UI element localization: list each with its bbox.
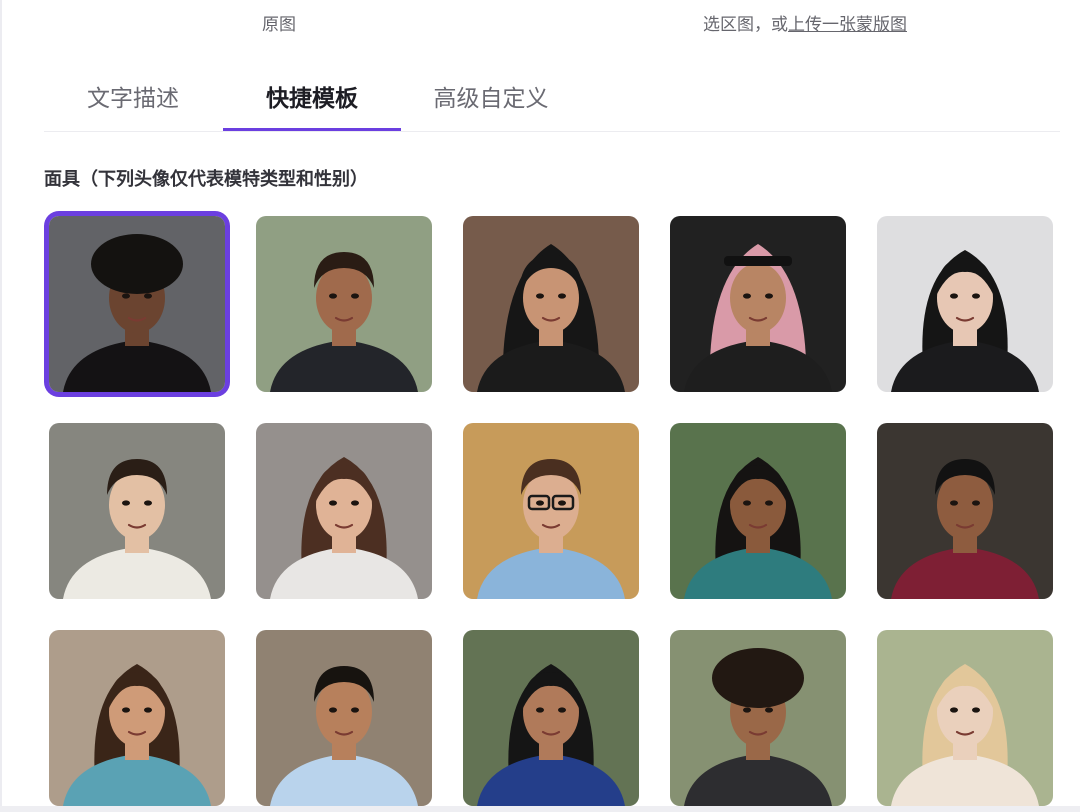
selection-image-label: 选区图，或上传一张蒙版图 [703,10,907,35]
preview-labels: 原图 选区图，或上传一张蒙版图 [0,10,1080,35]
portrait-tile[interactable] [877,423,1053,599]
portrait-tile[interactable] [463,216,639,392]
bottom-border [0,806,1080,812]
portrait-tile[interactable] [463,423,639,599]
original-image-label: 原图 [262,15,296,35]
portrait-image [877,216,1053,392]
portrait-tile[interactable] [49,423,225,599]
portrait-image [256,216,432,392]
upload-mask-link[interactable]: 上传一张蒙版图 [788,15,907,35]
portrait-image [463,423,639,599]
portrait-image [877,630,1053,806]
portrait-image [670,630,846,806]
portrait-tile[interactable] [877,630,1053,806]
portrait-image [463,216,639,392]
portrait-image [670,423,846,599]
portrait-tile[interactable] [463,630,639,806]
tab-advanced-custom[interactable]: 高级自定义 [402,82,580,130]
portrait-image [49,216,225,392]
portrait-image [49,630,225,806]
portrait-tile[interactable] [256,216,432,392]
portrait-tile[interactable] [49,216,225,392]
portrait-tile[interactable] [256,423,432,599]
portrait-image [256,630,432,806]
tab-quick-template[interactable]: 快捷模板 [223,82,401,130]
active-tab-indicator [223,128,401,131]
portrait-image [877,423,1053,599]
portrait-tile[interactable] [670,423,846,599]
portrait-tile[interactable] [877,216,1053,392]
portrait-tile[interactable] [670,216,846,392]
portrait-image [463,630,639,806]
portrait-tile[interactable] [670,630,846,806]
portrait-image [670,216,846,392]
portrait-image [256,423,432,599]
selection-prefix: 选区图，或 [703,15,788,35]
mode-tabs: 文字描述 快捷模板 高级自定义 [44,82,1060,132]
portrait-tile[interactable] [256,630,432,806]
left-border [0,0,2,812]
portrait-image [49,423,225,599]
section-title: 面具（下列头像仅代表模特类型和性别） [44,169,368,190]
tab-text-description[interactable]: 文字描述 [44,82,222,130]
portrait-tile[interactable] [49,630,225,806]
